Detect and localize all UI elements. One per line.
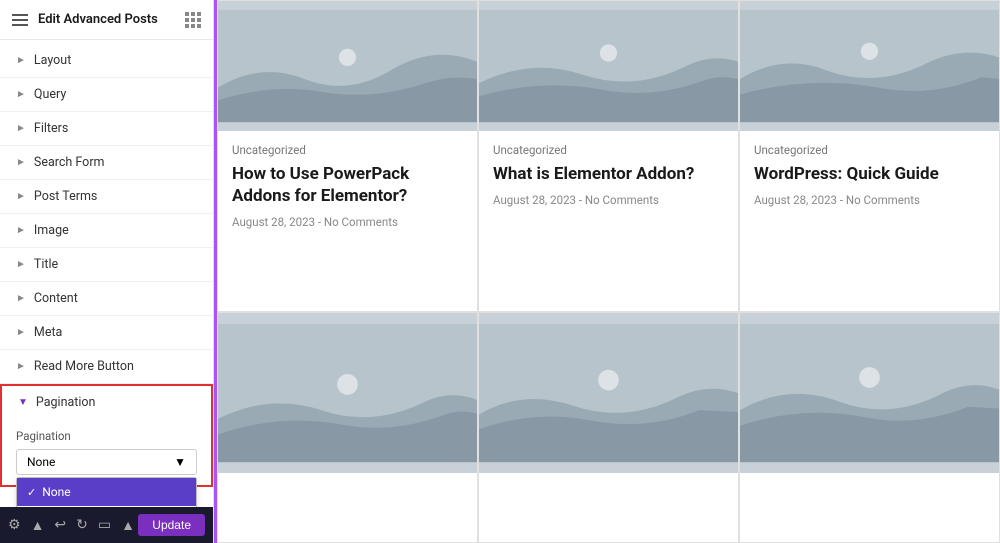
post-comments-1: No Comments <box>324 215 398 229</box>
arrow-icon: ► <box>16 89 26 100</box>
sidebar-item-label: Post Terms <box>34 189 97 204</box>
arrow-icon: ► <box>16 259 26 270</box>
sidebar-item-meta[interactable]: ► Meta <box>0 316 213 350</box>
post-comments-3: No Comments <box>846 193 920 207</box>
post-image-6 <box>740 313 999 473</box>
pagination-dropdown-selected[interactable]: None ▼ <box>16 449 197 475</box>
sidebar-item-label: Title <box>34 257 58 272</box>
arrow-icon: ► <box>16 123 26 134</box>
post-image-5 <box>479 313 738 473</box>
sidebar-item-title[interactable]: ► Title <box>0 248 213 282</box>
post-comments-2: No Comments <box>585 193 659 207</box>
dropdown-chevron-icon: ▼ <box>174 455 186 469</box>
sidebar-footer: ⚙ ▲ ↩ ↻ ▭ ▲ Update <box>0 507 213 543</box>
sidebar-item-layout[interactable]: ► Layout <box>0 44 213 78</box>
main-content: Uncategorized How to Use PowerPack Addon… <box>217 0 1000 543</box>
arrow-up-icon[interactable]: ▲ <box>121 517 135 534</box>
sidebar-item-label: Search Form <box>34 155 105 170</box>
sidebar-header-left: Edit Advanced Posts <box>12 12 158 27</box>
grid-icon[interactable] <box>185 12 201 28</box>
settings-icon[interactable]: ⚙ <box>8 517 21 533</box>
post-body-3: Uncategorized WordPress: Quick Guide Aug… <box>740 131 999 311</box>
sidebar-title: Edit Advanced Posts <box>38 12 158 27</box>
post-date-2: August 28, 2023 <box>493 193 576 207</box>
post-meta-2: August 28, 2023 - No Comments <box>493 193 724 207</box>
expand-arrow-icon: ▼ <box>18 397 28 408</box>
arrow-icon: ► <box>16 157 26 168</box>
pagination-section: ▼ Pagination Pagination None ▼ ✓ None <box>0 384 213 487</box>
post-body-1: Uncategorized How to Use PowerPack Addon… <box>218 131 477 311</box>
post-date-1: August 28, 2023 <box>232 215 315 229</box>
arrow-icon: ► <box>16 191 26 202</box>
hamburger-icon[interactable] <box>12 14 28 26</box>
post-body-2: Uncategorized What is Elementor Addon? A… <box>479 131 738 311</box>
undo-icon[interactable]: ↩ <box>54 517 66 533</box>
post-category-3: Uncategorized <box>754 143 985 157</box>
pagination-dropdown-menu: ✓ None Numbers Numbers + Previous/Next <box>16 477 197 507</box>
post-title-1: How to Use PowerPack Addons for Elemento… <box>232 163 463 207</box>
sidebar-item-label: Image <box>34 223 69 238</box>
sidebar-item-content[interactable]: ► Content <box>0 282 213 316</box>
post-image-2 <box>479 1 738 131</box>
arrow-icon: ► <box>16 55 26 66</box>
posts-grid: Uncategorized How to Use PowerPack Addon… <box>217 0 1000 543</box>
pagination-dropdown-value: None <box>27 455 55 469</box>
sidebar-item-label: Filters <box>34 121 68 136</box>
post-card-6 <box>739 312 1000 543</box>
post-meta-3: August 28, 2023 - No Comments <box>754 193 985 207</box>
sidebar-item-read-more[interactable]: ► Read More Button <box>0 350 213 384</box>
main-wrapper: Uncategorized How to Use PowerPack Addon… <box>214 0 1000 543</box>
update-button[interactable]: Update <box>138 514 205 536</box>
post-image-4 <box>218 313 477 473</box>
sidebar-item-label: Layout <box>34 53 71 68</box>
dropdown-option-label: None <box>42 485 70 499</box>
sidebar-item-label: Query <box>34 87 66 102</box>
post-category-2: Uncategorized <box>493 143 724 157</box>
sidebar-item-filters[interactable]: ► Filters <box>0 112 213 146</box>
pagination-dropdown-wrapper: None ▼ ✓ None Numbers <box>16 449 197 475</box>
post-meta-1: August 28, 2023 - No Comments <box>232 215 463 229</box>
post-image-1 <box>218 1 477 131</box>
post-date-3: August 28, 2023 <box>754 193 837 207</box>
post-category-1: Uncategorized <box>232 143 463 157</box>
arrow-icon: ► <box>16 293 26 304</box>
sidebar-item-label: Content <box>34 291 78 306</box>
sidebar-item-image[interactable]: ► Image <box>0 214 213 248</box>
arrow-icon: ► <box>16 327 26 338</box>
arrow-icon: ► <box>16 225 26 236</box>
post-card-4 <box>217 312 478 543</box>
sidebar-item-search-form[interactable]: ► Search Form <box>0 146 213 180</box>
check-icon: ✓ <box>27 486 36 499</box>
post-card-3: Uncategorized WordPress: Quick Guide Aug… <box>739 0 1000 312</box>
post-card-5 <box>478 312 739 543</box>
sidebar: Edit Advanced Posts ► Layout ► Query ► F… <box>0 0 214 543</box>
dropdown-option-none[interactable]: ✓ None <box>17 478 196 506</box>
post-card-2: Uncategorized What is Elementor Addon? A… <box>478 0 739 312</box>
pagination-field-label: Pagination <box>16 429 197 443</box>
sidebar-item-query[interactable]: ► Query <box>0 78 213 112</box>
pagination-section-label: Pagination <box>36 395 96 410</box>
pagination-header[interactable]: ▼ Pagination <box>2 386 211 419</box>
sidebar-item-label: Read More Button <box>34 359 134 374</box>
layers-icon[interactable]: ▲ <box>31 517 45 534</box>
sidebar-item-post-terms[interactable]: ► Post Terms <box>0 180 213 214</box>
footer-icons: ⚙ ▲ ↩ ↻ ▭ ▲ <box>8 517 135 534</box>
responsive-icon[interactable]: ▭ <box>98 517 111 533</box>
history-icon[interactable]: ↻ <box>76 517 88 533</box>
dropdown-option-numbers[interactable]: Numbers <box>17 506 196 507</box>
sidebar-header: Edit Advanced Posts <box>0 0 213 40</box>
sidebar-item-label: Meta <box>34 325 62 340</box>
pagination-content: Pagination None ▼ ✓ None Numbers <box>2 419 211 485</box>
post-title-3: WordPress: Quick Guide <box>754 163 985 185</box>
arrow-icon: ► <box>16 361 26 372</box>
post-card-1: Uncategorized How to Use PowerPack Addon… <box>217 0 478 312</box>
sidebar-nav: ► Layout ► Query ► Filters ► Search Form… <box>0 40 213 507</box>
post-title-2: What is Elementor Addon? <box>493 163 724 185</box>
post-image-3 <box>740 1 999 131</box>
